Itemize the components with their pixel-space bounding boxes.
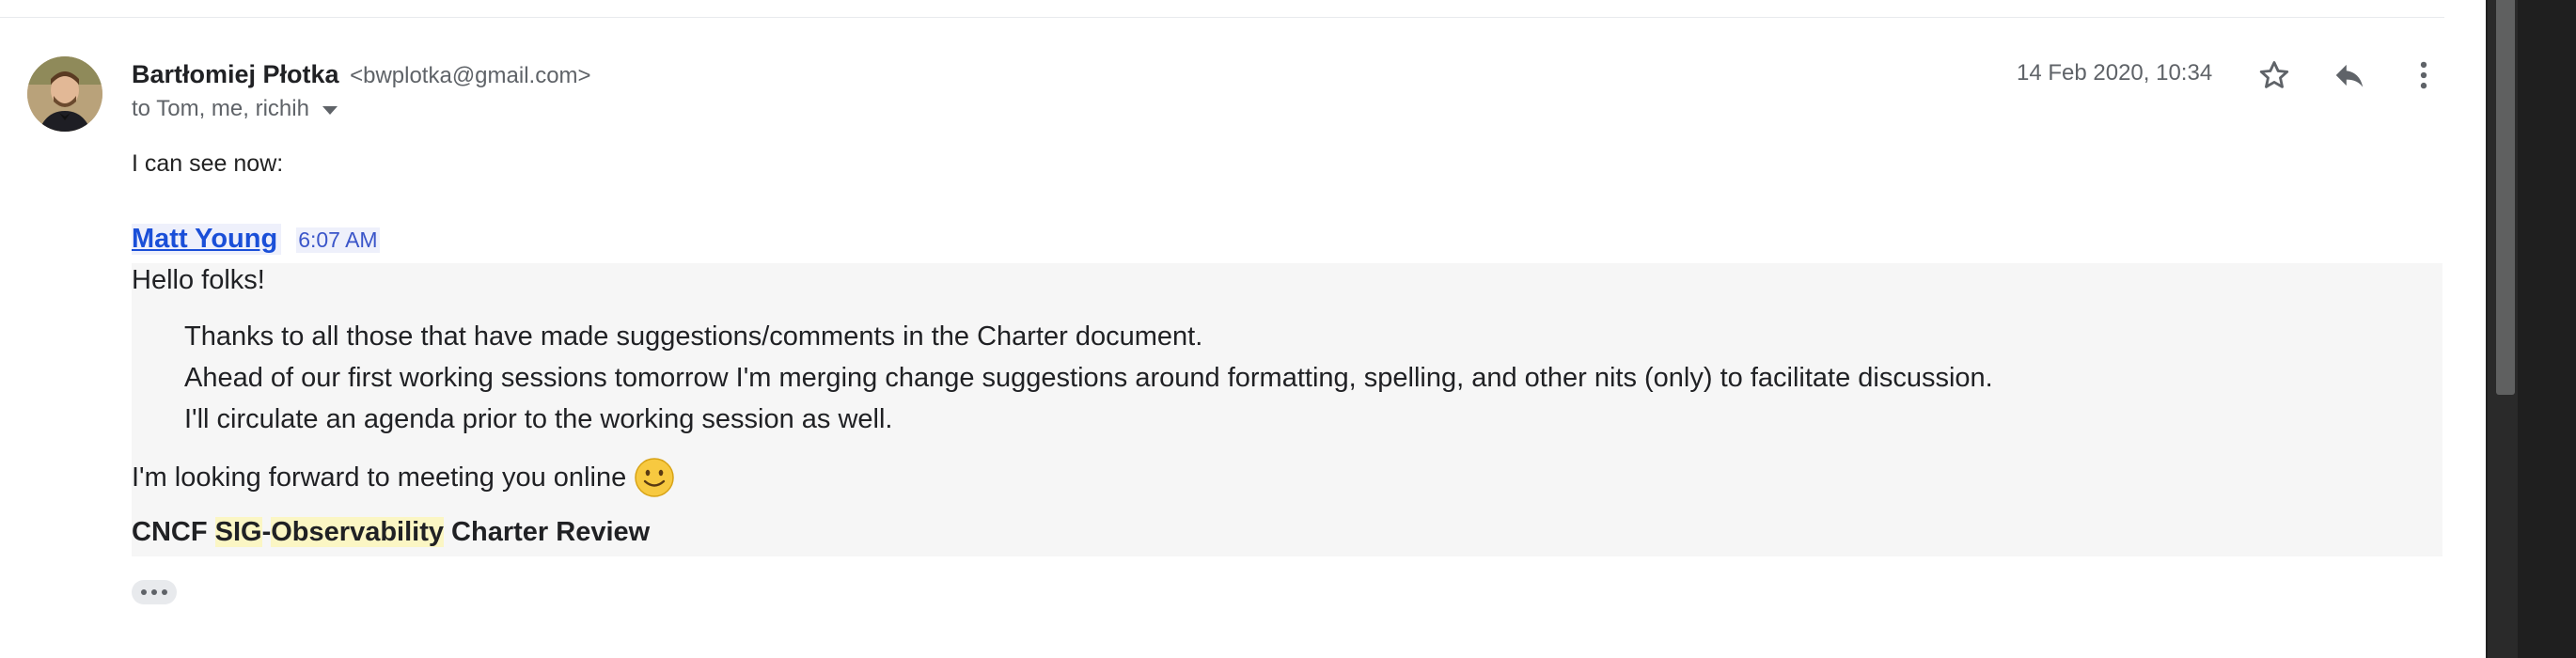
quoted-document-title: CNCF SIG-Observability Charter Review: [132, 517, 650, 548]
title-dash: -: [261, 517, 272, 547]
quoted-closing-line: I'm looking forward to meeting you onlin…: [132, 457, 675, 498]
avatar-photo: [27, 56, 102, 132]
quoted-author-link[interactable]: Matt Young: [132, 224, 282, 255]
reply-button[interactable]: [2327, 53, 2372, 98]
title-highlight-sig: SIG: [214, 517, 262, 547]
recipients-text: to Tom, me, richih: [132, 96, 309, 121]
show-trimmed-content-button[interactable]: [132, 580, 177, 604]
show-details-caret-icon[interactable]: [322, 105, 338, 115]
message-intro: I can see now:: [132, 150, 284, 177]
quoted-time: 6:07 AM: [296, 227, 380, 253]
message-timestamp: 14 Feb 2020, 10:34: [2017, 60, 2213, 86]
quoted-closing: I'm looking forward to meeting you onlin…: [132, 462, 627, 493]
star-button[interactable]: [2252, 53, 2297, 98]
dot-icon: [151, 589, 157, 595]
dot-icon: [141, 589, 147, 595]
more-options-button[interactable]: [2401, 53, 2446, 98]
recipients-line: to Tom, me, richih: [132, 96, 338, 122]
smiley-emoji-icon: [635, 458, 674, 497]
more-vert-icon: [2420, 61, 2427, 89]
quoted-greeting: Hello folks!: [132, 265, 265, 295]
sender-email: <bwplotka@gmail.com>: [350, 63, 591, 88]
dot-icon: [162, 589, 167, 595]
top-divider: [0, 17, 2444, 18]
sender-line: Bartłomiej Płotka <bwplotka@gmail.com>: [132, 58, 591, 92]
title-prefix: CNCF: [132, 517, 215, 547]
scrollbar-thumb[interactable]: [2496, 0, 2515, 395]
quoted-paragraph-3: I'll circulate an agenda prior to the wo…: [184, 404, 893, 434]
quoted-paragraph-1: Thanks to all those that have made sugge…: [184, 321, 1203, 352]
title-highlight-observability: Observability: [271, 517, 444, 547]
quoted-message: Hello folks! Thanks to all those that ha…: [132, 263, 2442, 556]
quoted-paragraph-2: Ahead of our first working sessions tomo…: [184, 363, 1993, 393]
reply-icon: [2335, 64, 2364, 87]
avatar[interactable]: [27, 56, 102, 132]
star-icon: [2259, 61, 2289, 88]
quoted-header: Matt Young 6:07 AM: [132, 224, 380, 255]
sender-name[interactable]: Bartłomiej Płotka: [132, 60, 339, 88]
title-suffix: Charter Review: [444, 517, 651, 547]
